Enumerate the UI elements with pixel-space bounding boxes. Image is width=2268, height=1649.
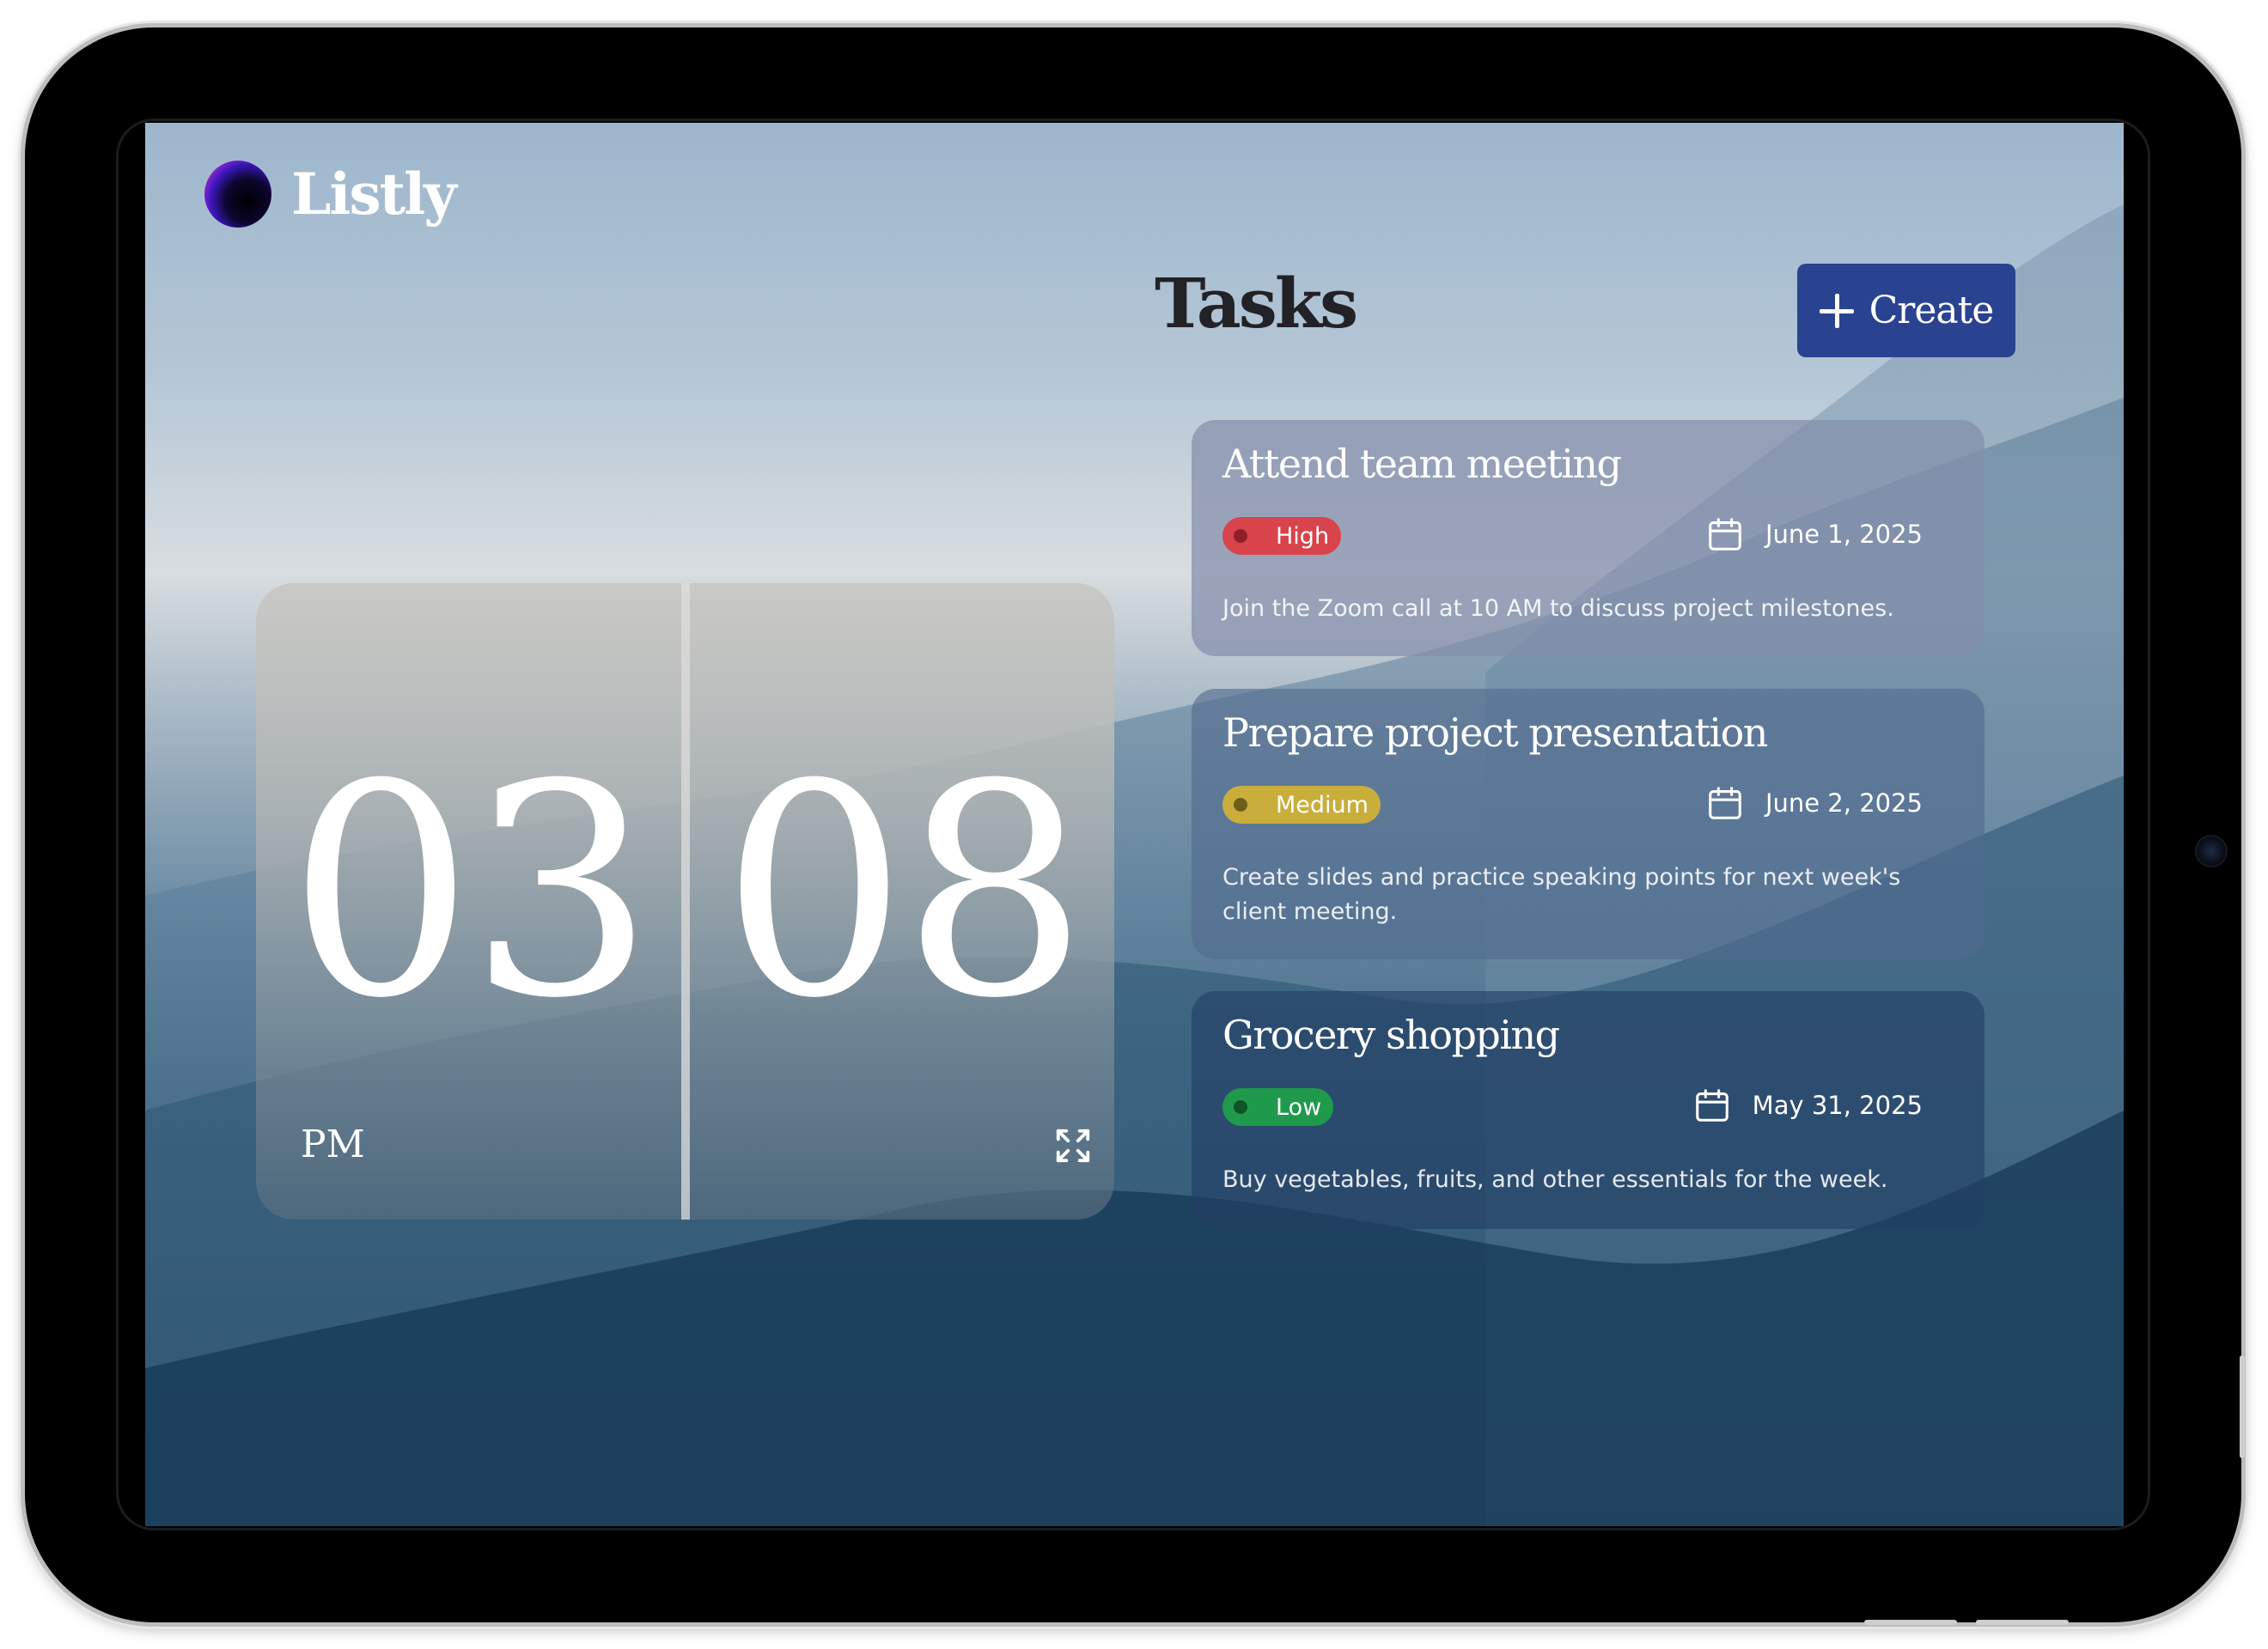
priority-label: High [1276, 522, 1330, 550]
create-button-label: Create [1869, 289, 1995, 332]
priority-badge-medium: Medium [1222, 786, 1381, 824]
calendar-icon [1709, 787, 1741, 819]
expand-icon[interactable] [1053, 1126, 1093, 1165]
page-title: Tasks [1155, 263, 1358, 344]
clock-period: PM [301, 1123, 365, 1166]
task-title: Prepare project presentation [1222, 709, 1768, 756]
task-description: Buy vegetables, fruits, and other essent… [1222, 1166, 1888, 1193]
task-card[interactable]: Prepare project presentation Medium June… [1192, 689, 1984, 959]
task-description: Create slides and practice speaking poin… [1222, 864, 1901, 925]
priority-dot [1234, 1100, 1247, 1114]
task-title: Grocery shopping [1222, 1012, 1560, 1058]
task-date: June 1, 2025 [1705, 514, 1923, 554]
task-description: Join the Zoom call at 10 AM to discuss p… [1222, 595, 1894, 622]
calendar-icon [1709, 518, 1741, 551]
priority-dot [1234, 529, 1247, 543]
clock-minutes: 08 [721, 722, 1088, 1062]
task-card[interactable]: Attend team meeting High June 1, 2025 Jo… [1192, 420, 1984, 656]
app-logo-text[interactable]: Listly [291, 155, 457, 233]
logo-icon[interactable] [204, 161, 271, 228]
clock-minutes-panel: 08 [690, 583, 1114, 1220]
camera-icon [2197, 837, 2226, 866]
task-card[interactable]: Grocery shopping Low May 31, 2025 Buy ve… [1192, 991, 1984, 1229]
priority-dot [1234, 798, 1247, 812]
clock-divider [681, 583, 690, 1220]
task-date-text: May 31, 2025 [1752, 1091, 1923, 1120]
task-date-text: June 2, 2025 [1765, 788, 1923, 818]
task-title: Attend team meeting [1222, 441, 1622, 487]
clock-hours: 03 [288, 722, 655, 1062]
priority-label: Medium [1276, 791, 1369, 818]
task-date: June 2, 2025 [1705, 783, 1923, 823]
calendar-icon [1695, 1089, 1728, 1122]
priority-label: Low [1276, 1093, 1322, 1121]
priority-badge-high: High [1222, 517, 1342, 555]
clock-hours-panel: 03 PM [256, 583, 681, 1220]
task-date-text: June 1, 2025 [1765, 520, 1923, 549]
create-button[interactable]: Create [1797, 264, 2015, 357]
side-button [2240, 1355, 2245, 1458]
plus-icon [1819, 293, 1854, 328]
priority-badge-low: Low [1222, 1088, 1334, 1126]
top-button [1976, 1620, 2069, 1625]
app-screen: Listly Tasks Create 03 PM 08 Attend team… [145, 123, 2124, 1526]
task-date: May 31, 2025 [1692, 1086, 1923, 1125]
flip-clock: 03 PM 08 [256, 583, 1114, 1220]
top-button [1864, 1620, 1957, 1625]
